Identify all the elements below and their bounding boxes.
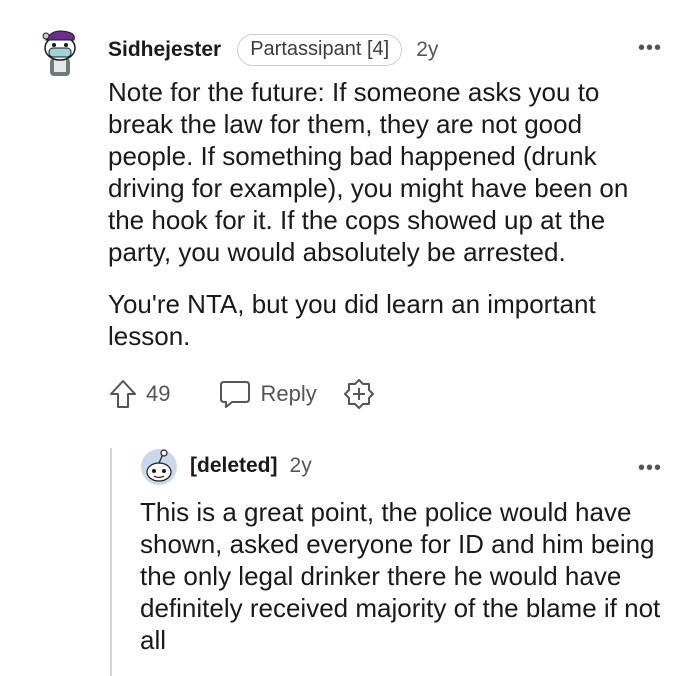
snoo-avatar-icon bbox=[141, 449, 177, 485]
user-flair: Partassipant [4] bbox=[237, 34, 403, 66]
user-avatar[interactable] bbox=[38, 26, 82, 78]
comment-actions: 49 Reply bbox=[108, 378, 375, 410]
user-avatar[interactable] bbox=[140, 448, 178, 486]
reply-comment: [deleted] 2y ••• This is a great point, … bbox=[0, 440, 700, 676]
comment: Sidhejester Partassipant [4] 2y ••• Note… bbox=[0, 0, 700, 420]
award-button[interactable] bbox=[343, 378, 375, 410]
snoo-avatar-icon bbox=[42, 30, 76, 76]
upvote-button[interactable]: 49 bbox=[108, 378, 170, 410]
reply-meta: [deleted] 2y bbox=[190, 454, 312, 478]
reply-body: This is a great point, the police would … bbox=[140, 497, 661, 655]
comment-paragraph: You're NTA, but you did learn an importa… bbox=[108, 289, 596, 351]
upvote-arrow-icon bbox=[110, 380, 136, 408]
username[interactable]: Sidhejester bbox=[108, 38, 221, 62]
reply-label: Reply bbox=[260, 381, 317, 406]
more-options-button[interactable]: ••• bbox=[638, 458, 662, 478]
comment-age: 2y bbox=[289, 454, 312, 477]
username[interactable]: [deleted] bbox=[190, 454, 278, 478]
reply-button[interactable]: Reply bbox=[218, 379, 317, 409]
add-award-icon bbox=[343, 379, 374, 409]
vote-count: 49 bbox=[146, 381, 171, 406]
comment-age: 2y bbox=[416, 38, 439, 61]
speech-bubble-icon bbox=[220, 381, 251, 408]
comment-paragraph: Note for the future: If someone asks you… bbox=[108, 77, 629, 267]
more-options-button[interactable]: ••• bbox=[638, 38, 662, 58]
comment-meta: Sidhejester Partassipant [4] 2y bbox=[108, 34, 438, 66]
